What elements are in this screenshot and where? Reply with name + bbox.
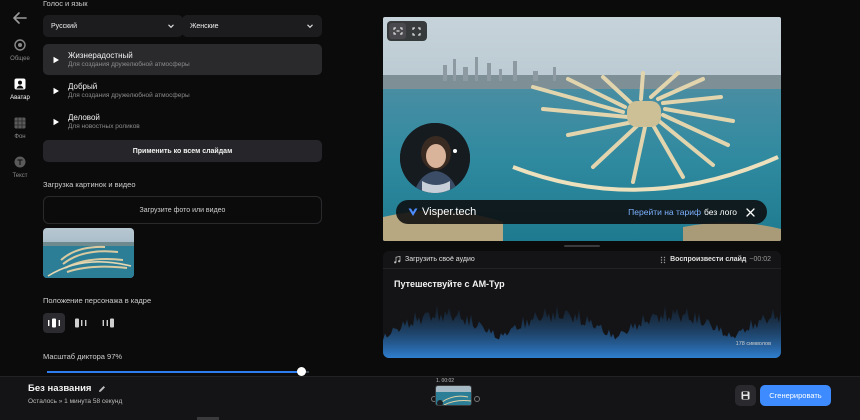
remove-logo-offer: Перейти на тариф без лого xyxy=(628,207,767,217)
voice-name: Деловой xyxy=(68,113,100,122)
voice-desc: Для новостных роликов xyxy=(68,123,140,130)
gender-select[interactable]: Женские xyxy=(182,15,322,37)
voice-desc: Для создания дружелюбной атмосферы xyxy=(68,92,190,99)
rail-item-label: Аватар xyxy=(10,95,30,101)
left-rail: Общее Аватар Фон Текст xyxy=(0,0,40,376)
pencil-icon[interactable] xyxy=(98,385,106,393)
voice-option-cheerful[interactable]: Жизнерадостный Для создания дружелюбной … xyxy=(43,44,322,75)
play-slide-duration: ~00:02 xyxy=(749,256,771,263)
position-center-icon xyxy=(48,318,60,328)
voice-option-business[interactable]: Деловой Для новостных роликов xyxy=(43,106,322,137)
audio-waveform xyxy=(383,304,781,358)
upgrade-plan-link[interactable]: Перейти на тариф xyxy=(628,207,701,217)
gender-select-value: Женские xyxy=(190,22,219,30)
remaining-time: Осталось » 1 минута 58 секунд xyxy=(28,398,123,405)
bottom-bar: Без названия Осталось » 1 минута 58 секу… xyxy=(0,376,860,420)
waveform-shape xyxy=(383,304,781,358)
project-title-text: Без названия xyxy=(28,383,92,394)
position-right-icon xyxy=(102,318,114,328)
watermark-bar: Visper.tech Перейти на тариф без лого xyxy=(396,200,767,224)
play-slide-label: Воспроизвести слайд xyxy=(670,256,747,263)
script-toolbar: Загрузить своё аудио Воспроизвести слайд… xyxy=(383,251,781,269)
palm-island-thumbnail-image xyxy=(43,228,134,278)
rail-item-avatar[interactable]: Аватар xyxy=(0,78,40,101)
position-right-button[interactable] xyxy=(97,313,119,333)
circle-settings-icon xyxy=(14,39,26,51)
rail-item-label: Общее xyxy=(10,56,30,62)
play-icon[interactable] xyxy=(52,56,60,64)
avatar-person-image xyxy=(400,123,470,193)
rail-item-general[interactable]: Общее xyxy=(0,39,40,62)
resize-handle[interactable] xyxy=(564,245,600,247)
position-left-icon xyxy=(75,318,87,328)
uploaded-image-thumbnail[interactable] xyxy=(43,228,134,278)
timeline-slide-image xyxy=(436,386,471,405)
project-title[interactable]: Без названия xyxy=(28,383,106,394)
drag-handle-icon xyxy=(660,256,666,263)
timeline-slide-time: 1. 00:02 xyxy=(436,378,455,384)
floppy-disk-icon xyxy=(741,391,750,400)
voice-desc: Для создания дружелюбной атмосферы xyxy=(68,61,190,68)
upload-audio-label: Загрузить своё аудио xyxy=(405,256,475,263)
rail-item-label: Текст xyxy=(12,173,28,179)
rail-item-text[interactable]: Текст xyxy=(0,156,40,179)
settings-panel: Голос и язык Русский Женские Жизнерадост… xyxy=(43,0,323,376)
chevron-down-icon xyxy=(168,24,174,29)
avatar-icon xyxy=(14,78,26,90)
play-slide-button[interactable]: Воспроизвести слайд ~00:02 xyxy=(660,256,771,264)
save-button[interactable] xyxy=(735,385,756,406)
timeline-slide-thumbnail[interactable] xyxy=(435,385,472,406)
music-note-icon xyxy=(394,255,401,263)
slide-preview[interactable]: Visper.tech Перейти на тариф без лого xyxy=(383,17,781,241)
language-select-value: Русский xyxy=(51,22,77,30)
language-select[interactable]: Русский xyxy=(43,15,183,37)
visper-logo-icon xyxy=(408,208,418,216)
fullscreen-icon xyxy=(412,27,421,35)
rail-item-label: Фон xyxy=(14,134,26,140)
scale-slider-handle[interactable] xyxy=(296,367,306,376)
scale-slider-fill xyxy=(47,371,302,373)
upload-media-button[interactable]: Загрузите фото или видео xyxy=(43,196,322,224)
fullscreen-button[interactable] xyxy=(408,23,425,39)
play-icon[interactable] xyxy=(52,87,60,95)
avatar-portrait[interactable] xyxy=(400,123,470,193)
scale-label: Масштаб диктора 97% xyxy=(43,352,123,361)
position-section-title: Положение персонажа в кадре xyxy=(43,296,152,305)
position-left-button[interactable] xyxy=(70,313,92,333)
apply-all-slides-button[interactable]: Применить ко всем слайдам xyxy=(43,140,322,162)
voice-name: Добрый xyxy=(68,82,98,91)
rail-item-background[interactable]: Фон xyxy=(0,117,40,140)
timeline-add-after[interactable] xyxy=(474,396,480,402)
crop-frame-icon xyxy=(393,27,402,35)
brand-name: Visper.tech xyxy=(422,206,477,218)
character-count: 178 символов xyxy=(735,341,771,347)
generate-button[interactable]: Сгенерировать xyxy=(760,385,831,406)
preview-toolbar xyxy=(387,21,427,41)
voice-option-kind[interactable]: Добрый Для создания дружелюбной атмосфер… xyxy=(43,75,322,106)
close-icon[interactable] xyxy=(746,207,755,217)
text-icon xyxy=(14,156,26,168)
script-panel: Загрузить своё аудио Воспроизвести слайд… xyxy=(383,251,781,358)
app-root: Общее Аватар Фон Текст Голос и язык Русс… xyxy=(0,0,860,420)
script-text[interactable]: Путешествуйте с АМ-Тур xyxy=(394,279,505,289)
chevron-down-icon xyxy=(307,24,313,29)
voice-section-title: Голос и язык xyxy=(43,0,88,8)
upload-audio-button[interactable]: Загрузить своё аудио xyxy=(393,255,475,264)
back-arrow-icon[interactable] xyxy=(11,9,29,27)
crop-frame-button[interactable] xyxy=(389,23,406,39)
position-center-button[interactable] xyxy=(43,313,65,333)
play-icon[interactable] xyxy=(52,118,60,126)
remove-logo-suffix: без лого xyxy=(704,207,737,217)
upload-section-title: Загрузка картинок и видео xyxy=(43,180,136,189)
background-icon xyxy=(14,117,26,129)
voice-name: Жизнерадостный xyxy=(68,51,133,60)
